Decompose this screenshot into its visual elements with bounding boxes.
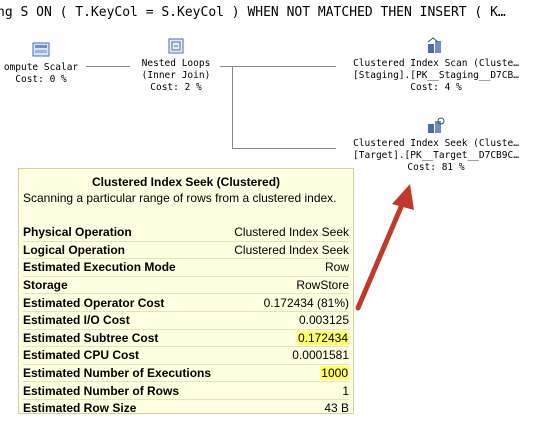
tooltip-row: Estimated Subtree Cost 0.172434 — [23, 330, 349, 348]
tooltip-row: Estimated Operator Cost 0.172434 (81%) — [23, 294, 349, 312]
property-label: Estimated CPU Cost — [23, 348, 140, 363]
connector-loops-to-scan — [220, 66, 336, 67]
property-label: Storage — [23, 278, 68, 293]
tooltip-row: Physical Operation Clustered Index Seek — [23, 224, 349, 242]
sql-text: ng S ON ( T.KeyCol = S.KeyCol ) WHEN NOT… — [0, 5, 506, 20]
clustered-index-seek-cost: Cost: 81 % — [407, 162, 465, 173]
tooltip-row: Estimated Execution Mode Row — [23, 259, 349, 277]
connector-loops-to-seek — [232, 148, 336, 149]
property-label: Estimated Execution Mode — [23, 260, 176, 275]
tooltip-row: Estimated CPU Cost 0.0001581 — [23, 347, 349, 365]
property-label: Physical Operation — [23, 225, 132, 240]
tooltip-row: Logical Operation Clustered Index Seek — [23, 242, 349, 260]
clustered-index-seek-object: [Target].[PK__Target__D7CB9C… — [353, 150, 519, 161]
compute-scalar-cost: Cost: 0 % — [15, 74, 67, 85]
property-value: Clustered Index Seek — [234, 242, 349, 257]
property-value-highlighted: 1000 — [320, 366, 349, 381]
property-label: Estimated Number of Rows — [23, 383, 180, 398]
property-label: Estimated Number of Executions — [23, 366, 212, 381]
nested-loops-node[interactable]: Nested Loops (Inner Join) Cost: 2 % — [130, 36, 222, 94]
property-label: Estimated I/O Cost — [23, 313, 130, 328]
connector-compute-to-loops — [86, 66, 130, 67]
property-value: 0.0001581 — [292, 348, 349, 363]
clustered-index-scan-cost: Cost: 4 % — [410, 82, 462, 93]
property-value: Clustered Index Seek — [234, 225, 349, 240]
nested-loops-title: Nested Loops — [141, 58, 211, 69]
nested-loops-cost: Cost: 2 % — [150, 82, 202, 93]
clustered-index-seek-title: Clustered Index Seek (Cluste… — [353, 138, 519, 149]
property-value: 43 B — [324, 401, 349, 416]
tooltip-properties: Physical Operation Clustered Index Seek … — [23, 224, 349, 417]
tooltip-row: Estimated Number of Rows 1 — [23, 382, 349, 400]
property-label: Estimated Operator Cost — [23, 295, 165, 310]
tooltip-description: Scanning a particular range of rows from… — [23, 191, 337, 205]
sql-text-bar: ng S ON ( T.KeyCol = S.KeyCol ) WHEN NOT… — [0, 0, 540, 26]
clustered-index-seek-node[interactable]: Clustered Index Seek (Cluste… [Target].[… — [336, 116, 536, 174]
nested-loops-subtitle: (Inner Join) — [141, 70, 211, 81]
property-value: RowStore — [296, 278, 349, 293]
tooltip-row: Estimated Row Size 43 B — [23, 400, 349, 417]
compute-scalar-node[interactable]: ompute Scalar Cost: 0 % — [0, 40, 82, 86]
property-label: Estimated Subtree Cost — [23, 330, 159, 345]
tooltip-row: Estimated I/O Cost 0.003125 — [23, 312, 349, 330]
property-value: 0.003125 — [298, 313, 349, 328]
compute-scalar-icon — [32, 42, 50, 57]
tooltip-title: Clustered Index Seek (Clustered) — [91, 175, 281, 189]
arrow-shaft — [355, 197, 407, 311]
clustered-index-scan-title: Clustered Index Scan (Cluste… — [353, 58, 519, 69]
property-value: Row — [324, 260, 349, 275]
tooltip-row: Storage RowStore — [23, 277, 349, 295]
arrow-head — [392, 184, 414, 210]
property-value: 1 — [342, 383, 349, 398]
connector-loops-vertical — [232, 66, 233, 148]
clustered-index-scan-object: [Staging].[PK__Staging__D7CB… — [353, 70, 519, 81]
clustered-index-seek-icon — [428, 117, 445, 133]
property-value: 0.172434 (81%) — [263, 295, 349, 310]
property-label: Estimated Row Size — [23, 401, 137, 416]
property-value-highlighted: 0.172434 — [296, 330, 349, 345]
operator-tooltip: Clustered Index Seek (Clustered) Scannin… — [18, 168, 354, 417]
nested-loops-icon — [168, 38, 184, 54]
clustered-index-scan-node[interactable]: Clustered Index Scan (Cluste… [Staging].… — [336, 36, 536, 94]
property-label: Logical Operation — [23, 242, 126, 257]
tooltip-row: Estimated Number of Executions 1000 — [23, 365, 349, 383]
clustered-index-scan-icon — [427, 37, 441, 53]
compute-scalar-title: ompute Scalar — [3, 62, 79, 73]
